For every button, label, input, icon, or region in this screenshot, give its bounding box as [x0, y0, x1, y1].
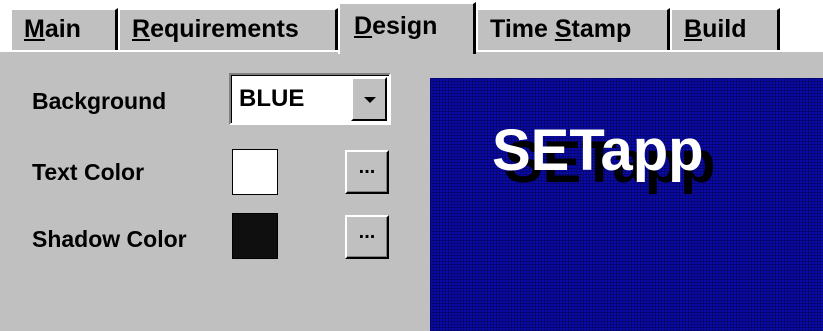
- tab-time-stamp-accelerator: S: [554, 15, 572, 43]
- tab-baseline-left: [0, 50, 338, 52]
- tab-time-stamp-label: tamp: [571, 15, 632, 43]
- background-label: Background: [32, 88, 167, 114]
- tab-build-label: uild: [702, 15, 747, 43]
- tab-requirements-label: equirements: [150, 15, 299, 43]
- text-color-swatch: [232, 149, 278, 195]
- tab-main[interactable]: Main: [10, 8, 118, 52]
- tab-main-label: ain: [44, 15, 81, 43]
- properties-window: Main Requirements Design Time Stamp Buil…: [0, 0, 823, 331]
- shadow-color-swatch: [232, 213, 278, 259]
- tab-requirements[interactable]: Requirements: [118, 8, 338, 52]
- tab-design[interactable]: Design: [338, 2, 476, 54]
- tab-build-accelerator: B: [684, 15, 703, 43]
- background-dropdown-button[interactable]: [351, 77, 387, 121]
- tab-time-stamp-label-pre: Time: [490, 15, 555, 43]
- shadow-color-picker-button[interactable]: ...: [345, 215, 389, 259]
- tab-design-label: esign: [372, 12, 438, 40]
- preview-text: SETapp: [492, 118, 704, 183]
- tab-design-accelerator: D: [354, 12, 373, 40]
- tab-time-stamp[interactable]: Time Stamp: [476, 8, 670, 52]
- shadow-color-label: Shadow Color: [32, 226, 187, 252]
- design-preview: SETapp SETapp: [430, 78, 823, 331]
- tab-baseline-right: [476, 50, 823, 52]
- tab-strip: Main Requirements Design Time Stamp Buil…: [0, 0, 823, 54]
- text-color-picker-button[interactable]: ...: [345, 150, 389, 194]
- chevron-down-icon: [364, 97, 376, 103]
- tab-main-accelerator: M: [24, 15, 45, 43]
- background-value: BLUE: [239, 85, 305, 112]
- tab-requirements-accelerator: R: [132, 15, 151, 43]
- tab-build[interactable]: Build: [670, 8, 780, 52]
- background-combobox[interactable]: BLUE: [229, 73, 391, 125]
- text-color-label: Text Color: [32, 159, 145, 185]
